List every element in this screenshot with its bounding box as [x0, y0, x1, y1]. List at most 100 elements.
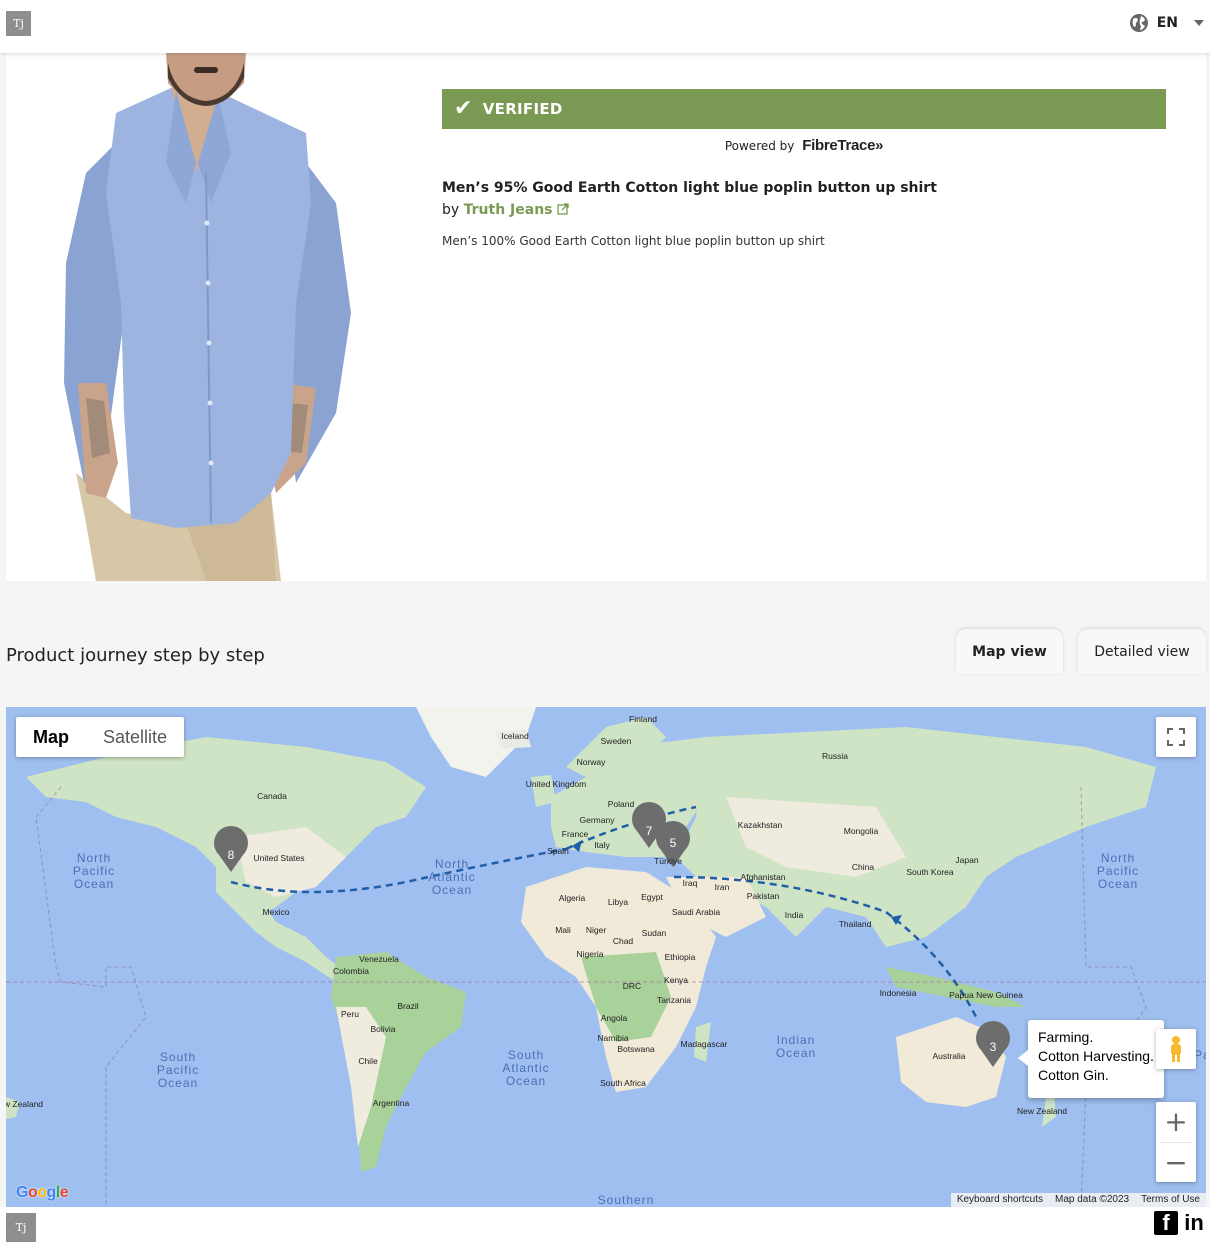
- country-label: Norway: [577, 757, 607, 767]
- map-type-satellite-button[interactable]: Satellite: [86, 717, 184, 757]
- country-label: United Kingdom: [526, 779, 586, 789]
- brand-logo[interactable]: Tj: [6, 11, 31, 36]
- country-label: Bolivia: [370, 1024, 395, 1034]
- country-label: Canada: [257, 791, 287, 801]
- ocean-label: Ocean: [776, 1046, 816, 1060]
- country-label: Kazakhstan: [738, 820, 783, 830]
- ocean-label: Pacific: [1097, 864, 1139, 878]
- ocean-label: Ocean: [1098, 877, 1138, 891]
- country-label: Algeria: [559, 893, 586, 903]
- country-label: New Zealand: [6, 1099, 43, 1109]
- external-link-icon[interactable]: [557, 203, 569, 215]
- country-label: Venezuela: [359, 954, 399, 964]
- tab-map-view[interactable]: Map view: [956, 629, 1063, 674]
- zoom-in-button[interactable]: +: [1156, 1102, 1196, 1142]
- tab-detailed-view[interactable]: Detailed view: [1078, 629, 1206, 674]
- country-label: South Africa: [600, 1078, 646, 1088]
- product-brand-line: by Truth Jeans: [442, 202, 569, 218]
- country-label: Poland: [608, 799, 635, 809]
- marker-3-label: 3: [990, 1040, 997, 1054]
- ocean-label: Ocean: [506, 1074, 546, 1088]
- footer-logo[interactable]: Tj: [6, 1213, 36, 1242]
- ocean-label: Indian: [777, 1033, 816, 1047]
- journey-map[interactable]: 8 7 5 3 North Pacific Ocean North Atlant…: [6, 707, 1206, 1207]
- country-label: Ethiopia: [665, 952, 696, 962]
- map-type-map-button[interactable]: Map: [16, 717, 86, 757]
- logo-text: Tj: [13, 17, 24, 30]
- footer: Tj f in: [0, 1207, 1210, 1250]
- top-bar: Tj EN: [0, 0, 1210, 53]
- country-label: Russia: [822, 751, 848, 761]
- country-label: Chile: [358, 1056, 378, 1066]
- ocean-label: Pacific: [157, 1063, 199, 1077]
- product-description: Men’s 100% Good Earth Cotton light blue …: [442, 234, 825, 248]
- country-label: Brazil: [397, 1001, 418, 1011]
- country-label: Mexico: [263, 907, 290, 917]
- country-label: Mali: [555, 925, 571, 935]
- brand-link[interactable]: Truth Jeans: [464, 202, 553, 218]
- country-label: Egypt: [641, 892, 663, 902]
- country-label: Nigeria: [577, 949, 604, 959]
- linkedin-icon[interactable]: in: [1182, 1210, 1206, 1235]
- country-label: Papua New Guinea: [949, 990, 1023, 1000]
- product-image: [6, 53, 442, 581]
- country-label: Botswana: [617, 1044, 655, 1054]
- facebook-glyph: f: [1162, 1210, 1170, 1235]
- country-label: Saudi Arabia: [672, 907, 720, 917]
- language-selector[interactable]: EN: [1129, 13, 1204, 33]
- land-masses: [6, 707, 1156, 1172]
- country-label: United States: [253, 853, 304, 863]
- country-label: South Korea: [906, 867, 954, 877]
- powered-by-label: Powered by: [724, 139, 795, 153]
- country-label: DRC: [623, 981, 641, 991]
- ocean-label: Pacific: [73, 864, 115, 878]
- country-label: Japan: [955, 855, 978, 865]
- facebook-icon[interactable]: f: [1154, 1210, 1178, 1235]
- ocean-label: South: [160, 1050, 196, 1064]
- country-label: Iceland: [501, 731, 529, 741]
- map-attribution: Keyboard shortcuts Map data ©2023 Terms …: [950, 1193, 1206, 1207]
- fullscreen-icon: [1167, 728, 1185, 746]
- country-label: Australia: [932, 1051, 965, 1061]
- fullscreen-button[interactable]: [1156, 717, 1196, 757]
- powered-by: Powered by FibreTrace»: [442, 137, 1166, 154]
- pegman-icon: [1171, 1036, 1181, 1062]
- terms-link[interactable]: Terms of Use: [1135, 1193, 1206, 1207]
- country-label: New Zealand: [1017, 1106, 1067, 1116]
- marker-5-label: 5: [670, 836, 677, 850]
- country-label: Germany: [580, 815, 616, 825]
- info-line: Cotton Harvesting.: [1038, 1048, 1154, 1064]
- keyboard-shortcuts-link[interactable]: Keyboard shortcuts: [951, 1193, 1049, 1207]
- country-label: Namibia: [597, 1033, 628, 1043]
- google-logo[interactable]: Google: [16, 1184, 69, 1202]
- info-line: Farming.: [1038, 1029, 1094, 1045]
- ocean-label: South: [508, 1048, 544, 1062]
- ocean-label: Ocean: [74, 877, 114, 891]
- info-line: Cotton Gin.: [1038, 1067, 1109, 1083]
- product-title: Men’s 95% Good Earth Cotton light blue p…: [442, 180, 937, 196]
- social-links: f in: [1154, 1210, 1206, 1235]
- country-label: Sweden: [601, 736, 632, 746]
- country-label: Afghanistan: [741, 872, 786, 882]
- country-label: Tanzania: [657, 995, 691, 1005]
- country-label: Thailand: [839, 919, 872, 929]
- country-label: Indonesia: [880, 988, 917, 998]
- country-label: India: [785, 910, 804, 920]
- zoom-out-button[interactable]: −: [1156, 1142, 1196, 1182]
- product-card: ✔ VERIFIED Powered by FibreTrace» Men’s …: [6, 53, 1206, 581]
- linkedin-glyph: in: [1184, 1210, 1204, 1235]
- ocean-label: Ocean: [432, 883, 472, 897]
- country-label: Spain: [547, 846, 569, 856]
- checkmark-icon: ✔: [454, 96, 473, 121]
- caret-down-icon: [1194, 20, 1204, 26]
- country-label: Italy: [594, 840, 610, 850]
- country-label: Argentina: [373, 1098, 410, 1108]
- ocean-label: Southern: [598, 1193, 655, 1207]
- fibretrace-logo[interactable]: FibreTrace»: [802, 137, 883, 154]
- country-label: Madagascar: [681, 1039, 728, 1049]
- country-label: China: [852, 862, 874, 872]
- ocean-label: Atlantic: [428, 870, 475, 884]
- street-view-pegman[interactable]: [1156, 1029, 1196, 1069]
- country-label: Finland: [629, 714, 657, 724]
- country-label: Türkiye: [654, 856, 682, 866]
